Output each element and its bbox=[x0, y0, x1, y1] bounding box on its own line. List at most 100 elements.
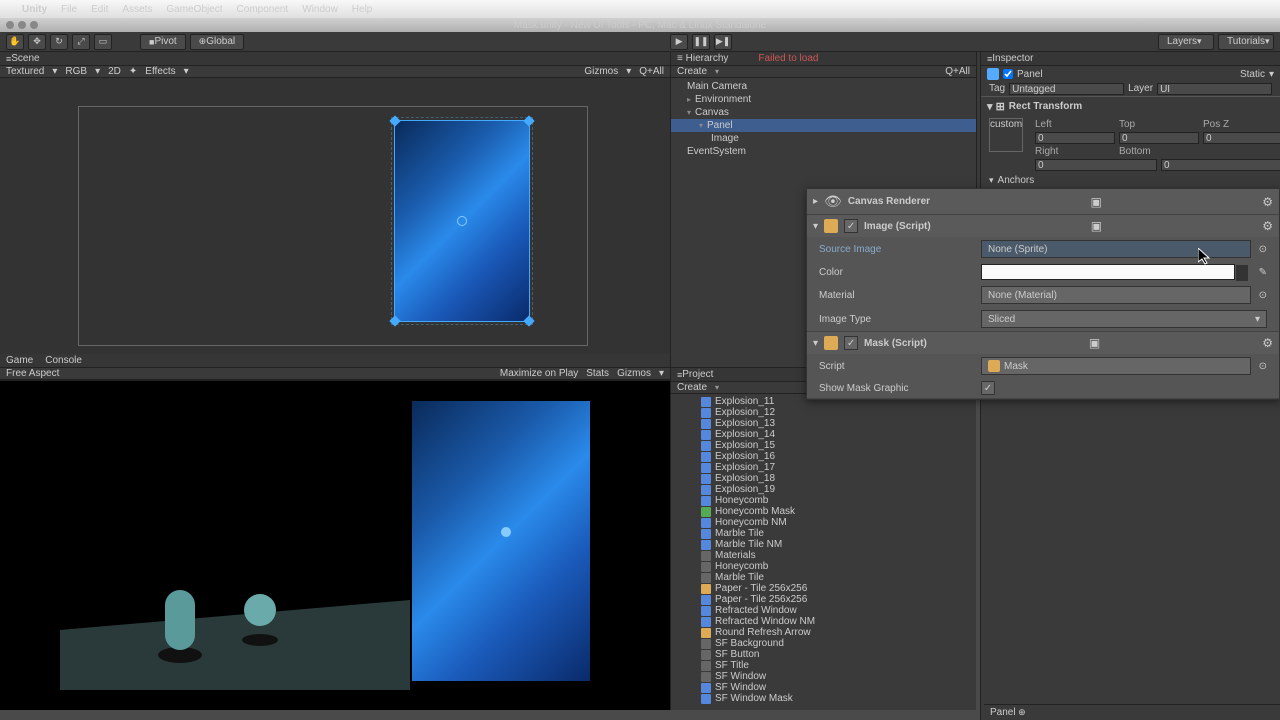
help-icon[interactable]: ▣ bbox=[1090, 195, 1101, 209]
image-enabled-checkbox[interactable]: ✓ bbox=[844, 219, 858, 233]
visibility-icon: 👁 bbox=[824, 193, 842, 210]
image-component-header[interactable]: ▾ ✓ Image (Script) ▣ ⚙ bbox=[807, 215, 1279, 237]
hierarchy-list: Main Camera ▸Environment ▾Canvas ▾Panel … bbox=[671, 78, 976, 160]
hier-item[interactable]: EventSystem bbox=[671, 145, 976, 158]
rotate-tool[interactable]: ↻ bbox=[50, 34, 68, 50]
pause-button[interactable]: ❚❚ bbox=[692, 34, 710, 50]
layers-dropdown[interactable]: Layers ▾ bbox=[1158, 34, 1214, 50]
panel-gizmo[interactable] bbox=[394, 120, 530, 322]
project-item[interactable]: Paper - Tile 256x256 bbox=[671, 594, 976, 605]
show-mask-checkbox[interactable]: ✓ bbox=[981, 381, 995, 395]
eyedropper-icon[interactable]: ✎ bbox=[1259, 267, 1267, 278]
script-field[interactable]: Mask bbox=[981, 357, 1251, 375]
app-name[interactable]: Unity bbox=[22, 4, 47, 15]
image-type-dropdown[interactable]: Sliced▾ bbox=[981, 310, 1267, 328]
object-name[interactable]: Panel bbox=[1017, 69, 1236, 80]
project-item[interactable]: Round Refresh Arrow bbox=[671, 627, 976, 638]
gear-icon[interactable]: ⚙ bbox=[1262, 195, 1273, 209]
hier-item[interactable]: Main Camera bbox=[671, 80, 976, 93]
scene-tab[interactable]: ≡ Scene bbox=[0, 52, 670, 66]
material-field[interactable]: None (Material) bbox=[981, 286, 1251, 304]
game-view bbox=[0, 380, 670, 710]
global-toggle[interactable]: ⊕ Global bbox=[190, 34, 244, 50]
project-item[interactable]: SF Window bbox=[671, 671, 976, 682]
menu-window[interactable]: Window bbox=[302, 4, 338, 15]
window-titlebar: Mask.unity - New UI Tools - PC, Mac & Li… bbox=[0, 18, 1280, 32]
pivot-toggle[interactable]: ■ Pivot bbox=[140, 34, 186, 50]
source-image-field[interactable]: None (Sprite) bbox=[981, 240, 1251, 258]
mac-menubar: Unity File Edit Assets GameObject Compon… bbox=[0, 0, 1280, 18]
layout-dropdown[interactable]: Tutorials ▾ bbox=[1218, 34, 1274, 50]
scale-tool[interactable]: ⤢ bbox=[72, 34, 90, 50]
scene-subbar: Textured▾ RGB▾ 2D ✦Effects▾ Gizmos▾ Q+Al… bbox=[0, 66, 670, 78]
project-item[interactable]: Explosion_15 bbox=[671, 440, 976, 451]
project-item[interactable]: Explosion_18 bbox=[671, 473, 976, 484]
project-item[interactable]: Honeycomb NM bbox=[671, 517, 976, 528]
project-item[interactable]: Refracted Window NM bbox=[671, 616, 976, 627]
project-item[interactable]: Explosion_16 bbox=[671, 451, 976, 462]
object-picker-icon[interactable]: ⊙ bbox=[1259, 290, 1267, 301]
inspector-footer: Panel ⊕ bbox=[984, 704, 1280, 720]
hier-item[interactable]: ▾Canvas bbox=[671, 106, 976, 119]
menu-file[interactable]: File bbox=[61, 4, 77, 15]
project-item[interactable]: Explosion_19 bbox=[671, 484, 976, 495]
project-item[interactable]: Explosion_13 bbox=[671, 418, 976, 429]
inspector-zoom: ▸👁 Canvas Renderer ▣ ⚙ ▾ ✓ Image (Script… bbox=[806, 188, 1280, 400]
mask-enabled-checkbox[interactable]: ✓ bbox=[844, 336, 858, 350]
project-item[interactable]: SF Window bbox=[671, 682, 976, 693]
menu-component[interactable]: Component bbox=[237, 4, 289, 15]
project-item[interactable]: Marble Tile bbox=[671, 572, 976, 583]
project-item[interactable]: SF Window Mask bbox=[671, 693, 976, 704]
move-tool[interactable]: ✥ bbox=[28, 34, 46, 50]
project-item[interactable]: Honeycomb bbox=[671, 495, 976, 506]
script-icon bbox=[824, 219, 838, 233]
project-item[interactable]: SF Button bbox=[671, 649, 976, 660]
menu-assets[interactable]: Assets bbox=[122, 4, 152, 15]
main-toolbar: ✋ ✥ ↻ ⤢ ▭ ■ Pivot ⊕ Global ▶ ❚❚ ▶❚ Layer… bbox=[0, 32, 1280, 52]
hier-item-selected[interactable]: ▾Panel bbox=[671, 119, 976, 132]
color-field[interactable] bbox=[981, 264, 1235, 280]
rect-transform-header[interactable]: ▾ ⊞ Rect Transform bbox=[981, 97, 1280, 116]
window-title: Mask.unity - New UI Tools - PC, Mac & Li… bbox=[514, 20, 766, 31]
mask-component-header[interactable]: ▾ ✓ Mask (Script) ▣ ⚙ bbox=[807, 332, 1279, 354]
project-item[interactable]: Explosion_14 bbox=[671, 429, 976, 440]
canvas-renderer-header[interactable]: ▸👁 Canvas Renderer ▣ ⚙ bbox=[807, 189, 1279, 214]
project-item[interactable]: SF Background bbox=[671, 638, 976, 649]
project-item[interactable]: Marble Tile bbox=[671, 528, 976, 539]
project-item[interactable]: Explosion_12 bbox=[671, 407, 976, 418]
play-button[interactable]: ▶ bbox=[670, 34, 688, 50]
object-picker-icon[interactable]: ⊙ bbox=[1259, 244, 1267, 255]
project-item[interactable]: Explosion_17 bbox=[671, 462, 976, 473]
rect-tool[interactable]: ▭ bbox=[94, 34, 112, 50]
active-checkbox[interactable] bbox=[1003, 69, 1013, 79]
hier-item[interactable]: ▸Environment bbox=[671, 93, 976, 106]
gameobject-icon bbox=[987, 68, 999, 80]
project-item[interactable]: Paper - Tile 256x256 bbox=[671, 583, 976, 594]
menu-edit[interactable]: Edit bbox=[91, 4, 108, 15]
scene-view[interactable] bbox=[0, 78, 670, 354]
inspector-tab[interactable]: ≡ Inspector bbox=[981, 52, 1280, 66]
project-item[interactable]: Honeycomb Mask bbox=[671, 506, 976, 517]
project-list[interactable]: Explosion_11Explosion_12Explosion_13Expl… bbox=[671, 394, 976, 706]
help-icon[interactable]: ▣ bbox=[1089, 336, 1100, 350]
help-icon[interactable]: ▣ bbox=[1091, 219, 1102, 233]
project-item[interactable]: Honeycomb bbox=[671, 561, 976, 572]
menu-help[interactable]: Help bbox=[352, 4, 373, 15]
project-item[interactable]: Refracted Window bbox=[671, 605, 976, 616]
console-tab[interactable]: Console bbox=[45, 355, 82, 366]
script-icon bbox=[824, 336, 838, 350]
menu-gameobject[interactable]: GameObject bbox=[166, 4, 222, 15]
gear-icon[interactable]: ⚙ bbox=[1262, 219, 1273, 233]
gear-icon[interactable]: ⚙ bbox=[1262, 336, 1273, 350]
project-item[interactable]: Marble Tile NM bbox=[671, 539, 976, 550]
hierarchy-tab[interactable]: ≡ Hierarchy bbox=[677, 53, 728, 64]
hier-item[interactable]: Image bbox=[671, 132, 976, 145]
object-picker-icon[interactable]: ⊙ bbox=[1259, 361, 1267, 372]
project-item[interactable]: SF Title bbox=[671, 660, 976, 671]
project-item[interactable]: Materials bbox=[671, 550, 976, 561]
game-tab[interactable]: Game bbox=[6, 355, 33, 366]
hand-tool[interactable]: ✋ bbox=[6, 34, 24, 50]
anchor-preset[interactable]: custom bbox=[989, 118, 1023, 152]
failed-label: Failed to load bbox=[758, 53, 818, 64]
step-button[interactable]: ▶❚ bbox=[714, 34, 732, 50]
